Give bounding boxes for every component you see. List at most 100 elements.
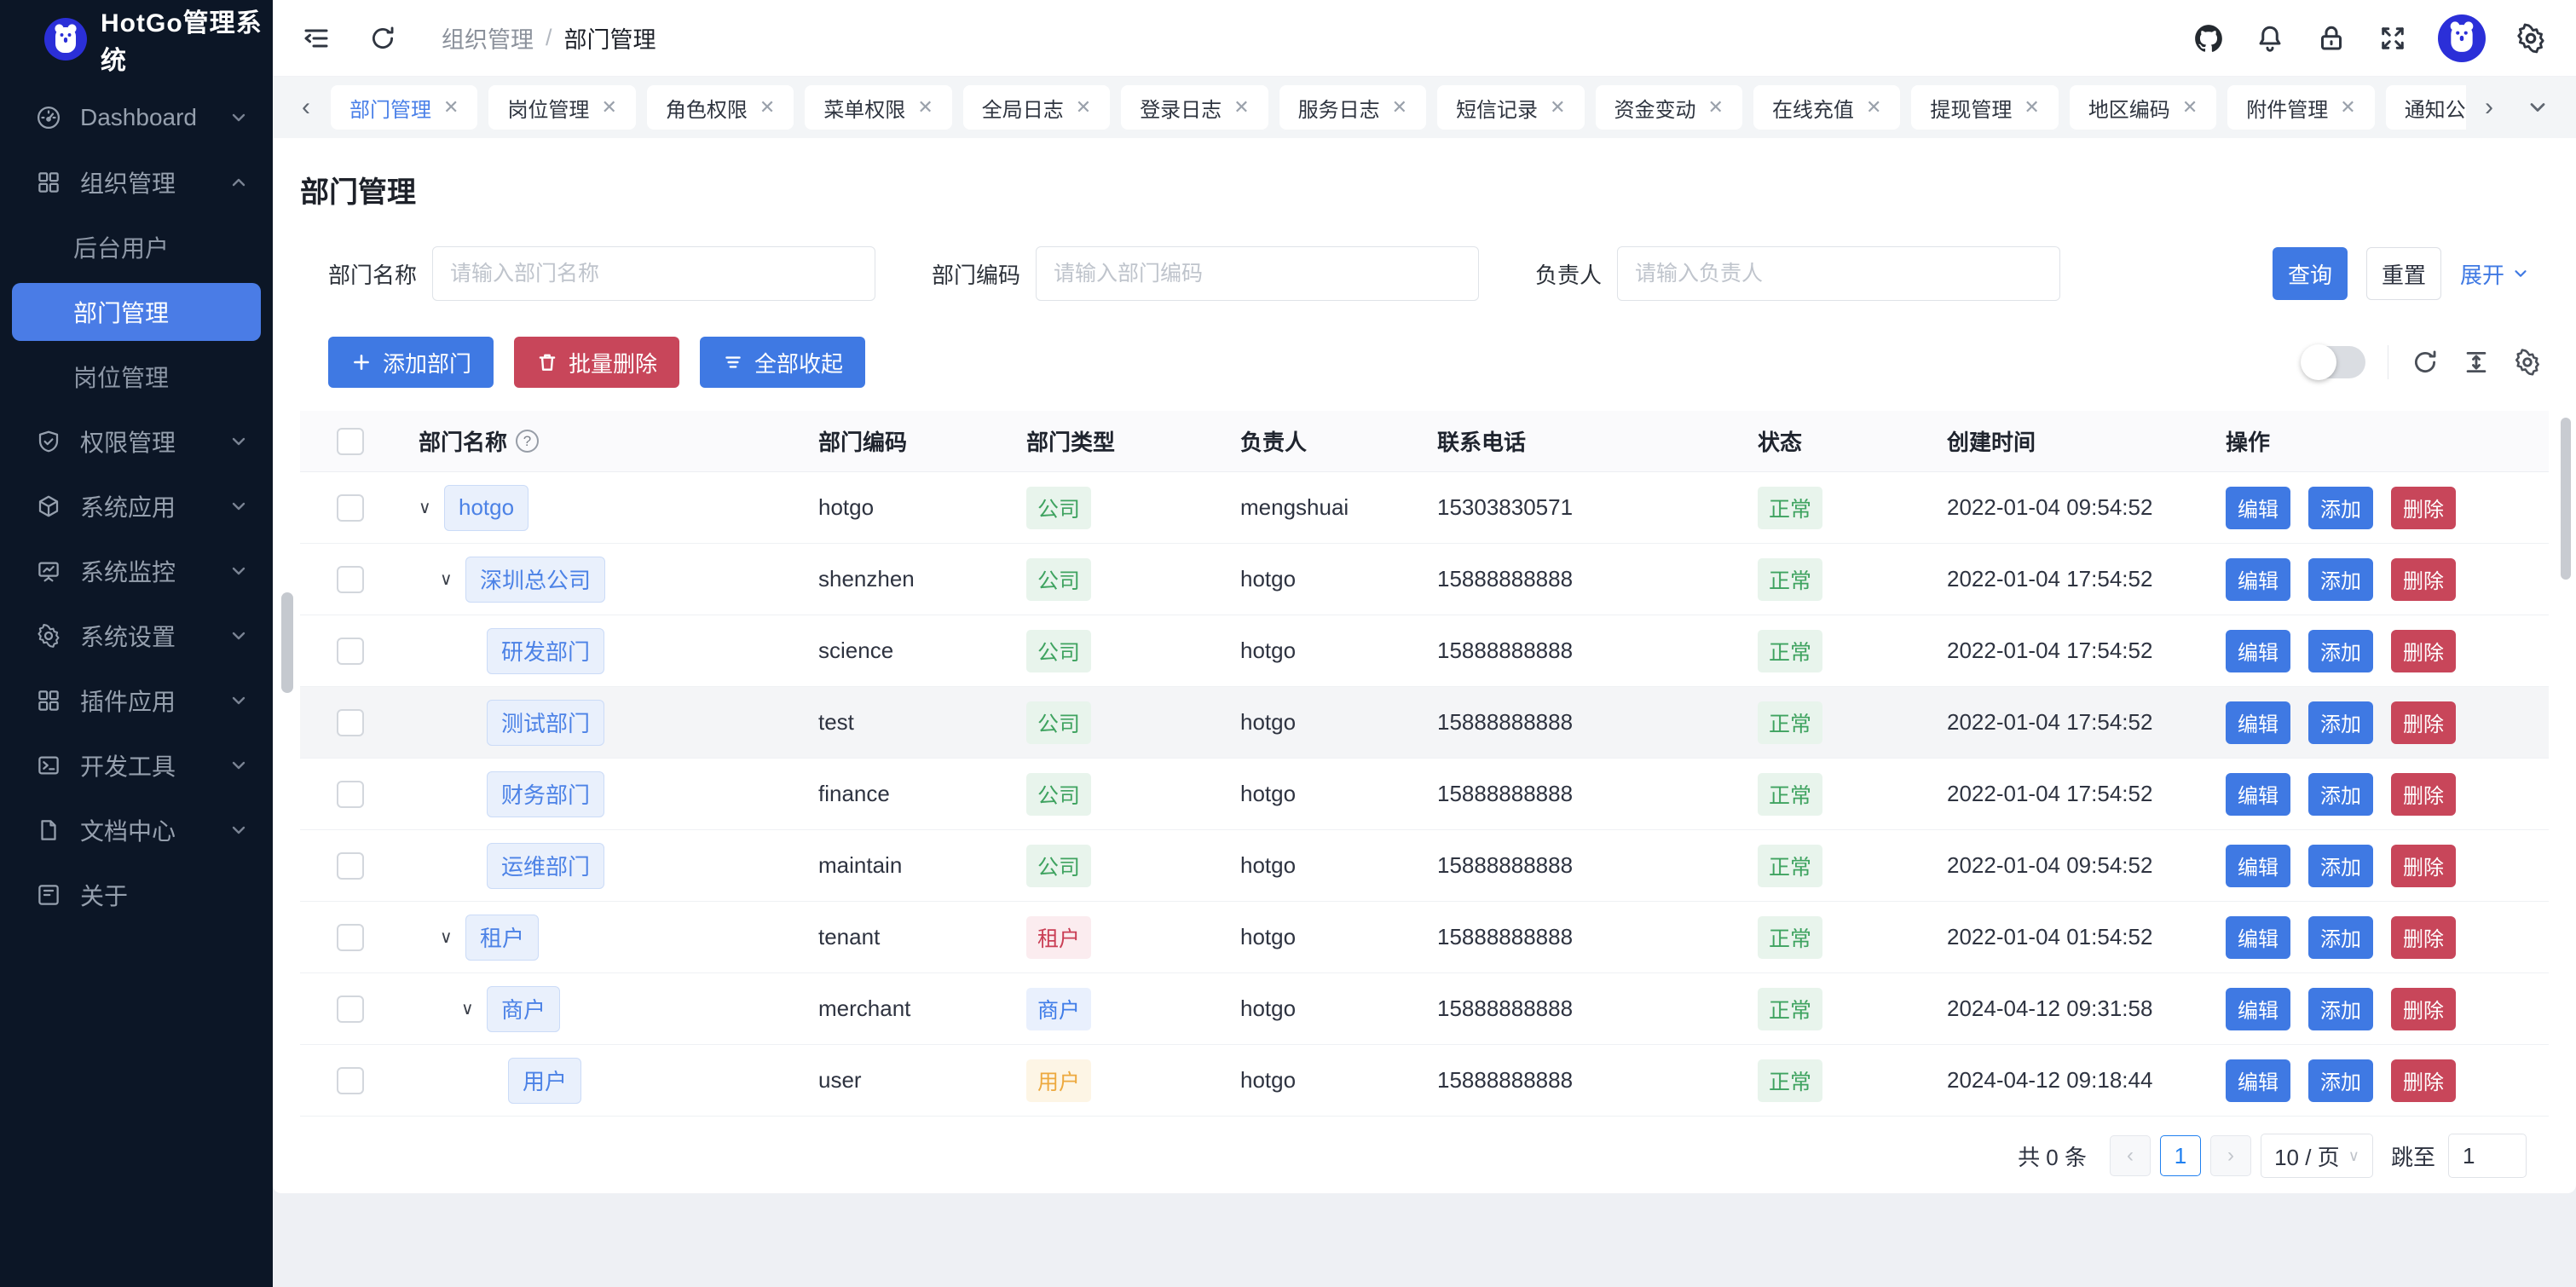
edit-button[interactable]: 编辑 [2226,773,2290,816]
tab-menu-permission[interactable]: 菜单权限✕ [805,85,951,130]
dept-name-tag[interactable]: 测试部门 [487,700,604,746]
menu-fold-icon[interactable] [300,22,332,55]
tab-fund-change[interactable]: 资金变动✕ [1596,85,1742,130]
edit-button[interactable]: 编辑 [2226,487,2290,529]
tab-close-icon[interactable]: ✕ [1233,96,1249,118]
add-button[interactable]: 添加 [2308,701,2373,744]
dept-name-tag[interactable]: hotgo [444,485,528,531]
row-checkbox[interactable] [337,852,364,880]
page-size-select[interactable]: 10 / 页 ∨ [2261,1134,2373,1178]
sidebar-item-doc-center[interactable]: 文档中心 [0,798,273,863]
row-checkbox[interactable] [337,566,364,593]
edit-button[interactable]: 编辑 [2226,916,2290,959]
delete-button[interactable]: 删除 [2391,1059,2456,1102]
tab-close-icon[interactable]: ✕ [760,96,775,118]
tab-sms-record[interactable]: 短信记录✕ [1437,85,1584,130]
tab-login-log[interactable]: 登录日志✕ [1121,85,1268,130]
tab-close-icon[interactable]: ✕ [2024,96,2039,118]
sidebar-item-plugin-apps[interactable]: 插件应用 [0,668,273,733]
dept-name-tag[interactable]: 深圳总公司 [465,557,605,603]
edit-button[interactable]: 编辑 [2226,558,2290,601]
sidebar-item-backend-users[interactable]: 后台用户 [0,215,273,280]
row-checkbox[interactable] [337,638,364,665]
row-checkbox[interactable] [337,494,364,522]
table-refresh-icon[interactable] [2411,348,2440,377]
tab-global-log[interactable]: 全局日志✕ [963,85,1110,130]
sidebar-item-dashboard[interactable]: Dashboard [0,85,273,150]
sidebar-item-system-apps[interactable]: 系统应用 [0,474,273,539]
sidebar-item-system-monitor[interactable]: 系统监控 [0,539,273,603]
edit-button[interactable]: 编辑 [2226,701,2290,744]
notification-bell-icon[interactable] [2254,22,2286,55]
tab-close-icon[interactable]: ✕ [2182,96,2198,118]
tab-close-icon[interactable]: ✕ [1392,96,1407,118]
tab-attachment-management[interactable]: 附件管理✕ [2227,85,2374,130]
delete-button[interactable]: 删除 [2391,988,2456,1030]
github-icon[interactable] [2192,22,2225,55]
tabs-scroll-right-icon[interactable]: › [2475,93,2504,122]
content-scrollbar-thumb[interactable] [281,592,293,693]
next-page-button[interactable]: › [2210,1135,2251,1176]
fullscreen-icon[interactable] [2377,22,2409,55]
reset-button[interactable]: 重置 [2366,247,2441,300]
logo-row[interactable]: HotGo管理系统 [0,0,273,78]
column-settings-gear-icon[interactable] [2513,348,2542,377]
sidebar-item-dev-tools[interactable]: 开发工具 [0,733,273,798]
delete-button[interactable]: 删除 [2391,701,2456,744]
row-height-icon[interactable] [2462,348,2491,377]
row-checkbox[interactable] [337,781,364,808]
help-icon[interactable]: ? [516,430,539,453]
edit-button[interactable]: 编辑 [2226,1059,2290,1102]
dept-name-tag[interactable]: 用户 [508,1058,581,1104]
tab-close-icon[interactable]: ✕ [2340,96,2355,118]
sidebar-item-post-management[interactable]: 岗位管理 [0,344,273,409]
tab-close-icon[interactable]: ✕ [917,96,933,118]
tab-close-icon[interactable]: ✕ [601,96,616,118]
reload-icon[interactable] [367,22,399,55]
tab-close-icon[interactable]: ✕ [443,96,459,118]
tab-close-icon[interactable]: ✕ [1708,96,1724,118]
delete-button[interactable]: 删除 [2391,773,2456,816]
sidebar-item-permission-management[interactable]: 权限管理 [0,409,273,474]
row-collapse-icon[interactable]: ∨ [419,497,444,518]
row-collapse-icon[interactable]: ∨ [440,568,465,590]
edit-button[interactable]: 编辑 [2226,845,2290,887]
delete-button[interactable]: 删除 [2391,630,2456,672]
add-button[interactable]: 添加 [2308,773,2373,816]
tab-close-icon[interactable]: ✕ [1076,96,1091,118]
tab-role-permission[interactable]: 角色权限✕ [647,85,794,130]
lock-icon[interactable] [2315,22,2348,55]
jump-to-input[interactable] [2448,1134,2527,1178]
delete-button[interactable]: 删除 [2391,916,2456,959]
add-department-button[interactable]: 添加部门 [328,337,494,388]
row-checkbox[interactable] [337,1067,364,1094]
leader-input[interactable] [1617,246,2060,301]
add-button[interactable]: 添加 [2308,988,2373,1030]
dept-code-input[interactable] [1036,246,1479,301]
row-collapse-icon[interactable]: ∨ [461,998,487,1019]
sidebar-item-department-management-selected[interactable]: 部门管理 [12,283,261,341]
delete-button[interactable]: 删除 [2391,487,2456,529]
dept-name-tag[interactable]: 研发部门 [487,628,604,674]
delete-button[interactable]: 删除 [2391,558,2456,601]
add-button[interactable]: 添加 [2308,1059,2373,1102]
tab-online-recharge[interactable]: 在线充值✕ [1753,85,1900,130]
row-collapse-icon[interactable]: ∨ [440,926,465,948]
delete-button[interactable]: 删除 [2391,845,2456,887]
batch-delete-button[interactable]: 批量删除 [514,337,679,388]
dept-name-tag[interactable]: 租户 [465,915,539,961]
collapse-all-button[interactable]: 全部收起 [700,337,865,388]
add-button[interactable]: 添加 [2308,916,2373,959]
expand-link[interactable]: 展开 [2460,258,2530,290]
edit-button[interactable]: 编辑 [2226,630,2290,672]
tab-post-management[interactable]: 岗位管理✕ [488,85,635,130]
window-scrollbar-thumb[interactable] [2561,418,2571,580]
sidebar-item-org-management[interactable]: 组织管理 [0,150,273,215]
breadcrumb-current[interactable]: 部门管理 [564,21,656,55]
stripe-toggle[interactable] [2302,346,2365,378]
settings-gear-icon[interactable] [2515,22,2547,55]
tab-close-icon[interactable]: ✕ [1866,96,1881,118]
tab-department-management[interactable]: 部门管理✕ [331,85,477,130]
tabs-dropdown-icon[interactable] [2526,95,2550,119]
add-button[interactable]: 添加 [2308,487,2373,529]
